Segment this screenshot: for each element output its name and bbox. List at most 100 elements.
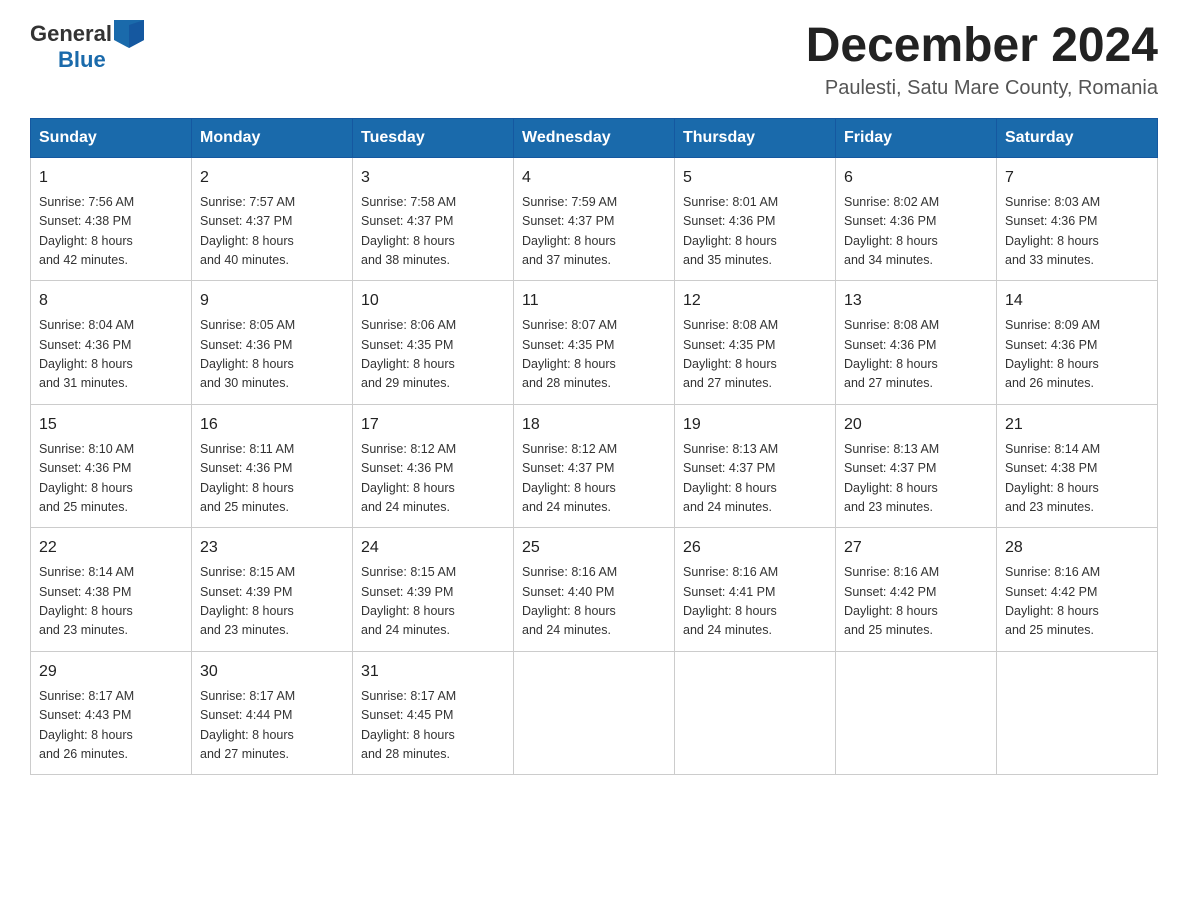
calendar-cell [836, 651, 997, 775]
calendar-cell: 13Sunrise: 8:08 AMSunset: 4:36 PMDayligh… [836, 281, 997, 405]
calendar-cell: 17Sunrise: 8:12 AMSunset: 4:36 PMDayligh… [353, 404, 514, 528]
calendar-cell: 18 Sunrise: 8:12 AMSunset: 4:37 PMDayligh… [514, 404, 675, 528]
day-info: Sunrise: 8:16 AMSunset: 4:42 PMDaylight:… [1005, 563, 1149, 641]
day-info: Sunrise: 8:06 AMSunset: 4:35 PMDaylight:… [361, 316, 505, 394]
calendar-cell: 3 Sunrise: 7:58 AMSunset: 4:37 PMDaylight… [353, 157, 514, 281]
day-number: 18 [522, 413, 666, 437]
day-info: Sunrise: 8:08 AMSunset: 4:35 PMDaylight:… [683, 316, 827, 394]
calendar-cell [675, 651, 836, 775]
day-number: 11 [522, 289, 666, 313]
day-number: 4 [522, 166, 666, 190]
day-number: 27 [844, 536, 988, 560]
calendar-cell: 21Sunrise: 8:14 AMSunset: 4:38 PMDayligh… [997, 404, 1158, 528]
calendar-cell: 23Sunrise: 8:15 AMSunset: 4:39 PMDayligh… [192, 528, 353, 652]
day-number: 25 [522, 536, 666, 560]
week-row-4: 22 Sunrise: 8:14 AMSunset: 4:38 PMDayligh… [31, 528, 1158, 652]
calendar-cell: 14 Sunrise: 8:09 AMSunset: 4:36 PMDayligh… [997, 281, 1158, 405]
day-info: Sunrise: 8:12 AMSunset: 4:37 PMDaylight:… [522, 440, 666, 518]
calendar-cell: 29 Sunrise: 8:17 AMSunset: 4:43 PMDayligh… [31, 651, 192, 775]
day-info: Sunrise: 8:04 AMSunset: 4:36 PMDaylight:… [39, 316, 183, 394]
calendar-cell: 24 Sunrise: 8:15 AMSunset: 4:39 PMDayligh… [353, 528, 514, 652]
day-number: 26 [683, 536, 827, 560]
calendar-cell: 26Sunrise: 8:16 AMSunset: 4:41 PMDayligh… [675, 528, 836, 652]
day-number: 20 [844, 413, 988, 437]
calendar-cell: 2Sunrise: 7:57 AMSunset: 4:37 PMDaylight… [192, 157, 353, 281]
calendar-cell: 7 Sunrise: 8:03 AMSunset: 4:36 PMDaylight… [997, 157, 1158, 281]
calendar-cell: 15 Sunrise: 8:10 AMSunset: 4:36 PMDayligh… [31, 404, 192, 528]
day-number: 12 [683, 289, 827, 313]
day-number: 1 [39, 166, 183, 190]
week-row-3: 15 Sunrise: 8:10 AMSunset: 4:36 PMDayligh… [31, 404, 1158, 528]
day-info: Sunrise: 8:17 AMSunset: 4:43 PMDaylight:… [39, 687, 183, 765]
calendar-cell: 12 Sunrise: 8:08 AMSunset: 4:35 PMDayligh… [675, 281, 836, 405]
day-info: Sunrise: 8:15 AMSunset: 4:39 PMDaylight:… [361, 563, 505, 641]
day-number: 28 [1005, 536, 1149, 560]
day-number: 7 [1005, 166, 1149, 190]
day-header-monday: Monday [192, 118, 353, 157]
day-number: 6 [844, 166, 988, 190]
day-info: Sunrise: 8:10 AMSunset: 4:36 PMDaylight:… [39, 440, 183, 518]
day-info: Sunrise: 7:56 AMSunset: 4:38 PMDaylight:… [39, 193, 183, 271]
day-header-friday: Friday [836, 118, 997, 157]
day-info: Sunrise: 8:16 AMSunset: 4:42 PMDaylight:… [844, 563, 988, 641]
day-info: Sunrise: 8:02 AMSunset: 4:36 PMDaylight:… [844, 193, 988, 271]
month-title: December 2024 [806, 20, 1158, 73]
calendar-table: SundayMondayTuesdayWednesdayThursdayFrid… [30, 118, 1158, 776]
day-number: 19 [683, 413, 827, 437]
day-number: 9 [200, 289, 344, 313]
week-row-1: 1 Sunrise: 7:56 AMSunset: 4:38 PMDaylight… [31, 157, 1158, 281]
day-info: Sunrise: 8:17 AMSunset: 4:45 PMDaylight:… [361, 687, 505, 765]
day-number: 30 [200, 660, 344, 684]
day-number: 29 [39, 660, 183, 684]
calendar-cell: 22 Sunrise: 8:14 AMSunset: 4:38 PMDayligh… [31, 528, 192, 652]
calendar-cell: 11 Sunrise: 8:07 AMSunset: 4:35 PMDayligh… [514, 281, 675, 405]
day-info: Sunrise: 8:11 AMSunset: 4:36 PMDaylight:… [200, 440, 344, 518]
day-number: 14 [1005, 289, 1149, 313]
calendar-cell: 16Sunrise: 8:11 AMSunset: 4:36 PMDayligh… [192, 404, 353, 528]
calendar-cell: 8 Sunrise: 8:04 AMSunset: 4:36 PMDaylight… [31, 281, 192, 405]
logo-icon [114, 20, 144, 48]
calendar-cell: 28 Sunrise: 8:16 AMSunset: 4:42 PMDayligh… [997, 528, 1158, 652]
calendar-cell: 31Sunrise: 8:17 AMSunset: 4:45 PMDayligh… [353, 651, 514, 775]
day-info: Sunrise: 8:14 AMSunset: 4:38 PMDaylight:… [39, 563, 183, 641]
day-header-wednesday: Wednesday [514, 118, 675, 157]
week-row-2: 8 Sunrise: 8:04 AMSunset: 4:36 PMDaylight… [31, 281, 1158, 405]
day-number: 2 [200, 166, 344, 190]
day-info: Sunrise: 8:05 AMSunset: 4:36 PMDaylight:… [200, 316, 344, 394]
day-header-saturday: Saturday [997, 118, 1158, 157]
page-header: General Blue December 2024 Paulesti, Sat… [30, 20, 1158, 100]
day-info: Sunrise: 8:08 AMSunset: 4:36 PMDaylight:… [844, 316, 988, 394]
day-info: Sunrise: 7:58 AMSunset: 4:37 PMDaylight:… [361, 193, 505, 271]
day-info: Sunrise: 8:13 AMSunset: 4:37 PMDaylight:… [844, 440, 988, 518]
day-info: Sunrise: 8:09 AMSunset: 4:36 PMDaylight:… [1005, 316, 1149, 394]
calendar-cell: 4 Sunrise: 7:59 AMSunset: 4:37 PMDaylight… [514, 157, 675, 281]
logo-general: General [30, 22, 112, 46]
day-number: 3 [361, 166, 505, 190]
logo: General Blue [30, 20, 144, 72]
title-section: December 2024 Paulesti, Satu Mare County… [806, 20, 1158, 100]
day-info: Sunrise: 8:12 AMSunset: 4:36 PMDaylight:… [361, 440, 505, 518]
day-number: 8 [39, 289, 183, 313]
day-number: 22 [39, 536, 183, 560]
calendar-cell: 1 Sunrise: 7:56 AMSunset: 4:38 PMDaylight… [31, 157, 192, 281]
day-number: 24 [361, 536, 505, 560]
day-info: Sunrise: 7:59 AMSunset: 4:37 PMDaylight:… [522, 193, 666, 271]
day-info: Sunrise: 8:01 AMSunset: 4:36 PMDaylight:… [683, 193, 827, 271]
location: Paulesti, Satu Mare County, Romania [806, 77, 1158, 100]
day-header-tuesday: Tuesday [353, 118, 514, 157]
calendar-cell [997, 651, 1158, 775]
logo-text: General Blue [30, 20, 144, 72]
day-number: 15 [39, 413, 183, 437]
calendar-cell: 5Sunrise: 8:01 AMSunset: 4:36 PMDaylight… [675, 157, 836, 281]
day-header-thursday: Thursday [675, 118, 836, 157]
calendar-cell: 9 Sunrise: 8:05 AMSunset: 4:36 PMDaylight… [192, 281, 353, 405]
day-info: Sunrise: 8:07 AMSunset: 4:35 PMDaylight:… [522, 316, 666, 394]
day-header-sunday: Sunday [31, 118, 192, 157]
day-info: Sunrise: 8:13 AMSunset: 4:37 PMDaylight:… [683, 440, 827, 518]
day-number: 23 [200, 536, 344, 560]
calendar-cell: 25Sunrise: 8:16 AMSunset: 4:40 PMDayligh… [514, 528, 675, 652]
day-info: Sunrise: 8:03 AMSunset: 4:36 PMDaylight:… [1005, 193, 1149, 271]
calendar-cell: 19 Sunrise: 8:13 AMSunset: 4:37 PMDayligh… [675, 404, 836, 528]
calendar-cell [514, 651, 675, 775]
week-row-5: 29 Sunrise: 8:17 AMSunset: 4:43 PMDayligh… [31, 651, 1158, 775]
